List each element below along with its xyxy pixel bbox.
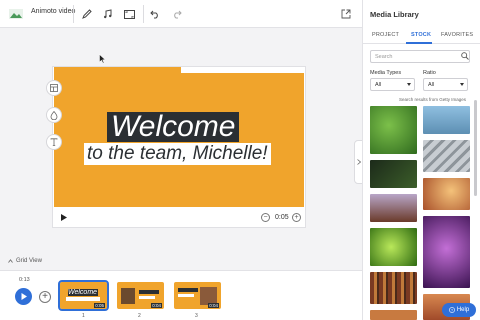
stock-image-metal-beams[interactable]	[423, 140, 470, 172]
search-placeholder: Search	[375, 54, 393, 60]
tab-stock[interactable]: STOCK	[411, 32, 431, 38]
stock-image-temple[interactable]	[370, 194, 417, 222]
stock-image-leaves[interactable]	[370, 106, 417, 154]
scene-duration-badge: 0:04	[208, 303, 219, 308]
ratio-select[interactable]: All	[423, 78, 468, 91]
stock-image-purple-flower[interactable]	[423, 216, 470, 288]
scene-subtitle-text[interactable]: to the team, Michelle!	[84, 143, 271, 165]
active-tab-indicator	[406, 42, 432, 44]
current-time: 0:13	[19, 277, 30, 283]
play-icon	[21, 293, 27, 300]
stock-image-partial[interactable]	[370, 310, 417, 320]
ratio-value: All	[428, 82, 435, 88]
project-name[interactable]: Animoto video	[31, 8, 75, 15]
panel-scrollbar[interactable]	[474, 100, 477, 196]
scene-thumbnail-3[interactable]: 0:04	[174, 282, 221, 309]
expand-icon[interactable]	[338, 4, 354, 24]
top-toolbar: Animoto video	[0, 0, 362, 28]
results-source-note: Search results from Getty Images	[398, 97, 466, 102]
stock-image-green-leaf[interactable]	[370, 228, 417, 266]
media-tabs: PROJECT STOCK FAVORITES	[363, 30, 480, 44]
grid-view-label: Grid View	[16, 258, 42, 264]
layout-icon[interactable]	[46, 80, 62, 96]
scene-player-bar: − 0:05 +	[53, 207, 305, 228]
thumbnail-title: Welcome	[68, 289, 98, 296]
scene-number: 2	[138, 313, 141, 319]
play-video-button[interactable]	[15, 288, 32, 305]
project-thumbnail-icon[interactable]	[6, 4, 26, 24]
thumbnail-text-bar	[139, 296, 155, 299]
thumbnail-text-bar	[139, 290, 159, 294]
media-search-input[interactable]: Search	[370, 50, 470, 63]
toolbar-divider	[73, 5, 74, 23]
question-icon: ?	[448, 307, 455, 313]
mouse-cursor-icon	[99, 54, 106, 64]
scene-duration-badge: 0:04	[151, 303, 162, 308]
grid-view-toggle[interactable]: Grid View	[8, 258, 42, 264]
play-icon[interactable]	[61, 214, 67, 221]
stock-image-trees-sky[interactable]	[423, 106, 470, 134]
thumbnail-text-bar	[178, 288, 198, 292]
scene-number: 1	[82, 313, 85, 319]
chevron-down-icon	[407, 83, 411, 86]
tab-favorites[interactable]: FAVORITES	[441, 32, 473, 38]
timeline: 0:13 + Welcome 0:05 1 0:04 2 0:04 3	[0, 270, 362, 320]
media-types-label: Media Types	[370, 70, 402, 76]
thumbnail-subtitle-bar	[66, 297, 100, 301]
scene-canvas[interactable]: Welcome to the team, Michelle! − 0:05 +	[52, 66, 306, 228]
increase-duration-button[interactable]: +	[292, 213, 301, 222]
scene-number: 3	[195, 313, 198, 319]
stock-image-dark-plant[interactable]	[370, 160, 417, 188]
stock-image-bookshelf[interactable]	[370, 272, 417, 304]
aspect-ratio-icon[interactable]	[120, 4, 138, 24]
redo-icon[interactable]	[169, 4, 185, 24]
text-icon[interactable]	[46, 134, 62, 150]
thumbnail-photo	[121, 288, 135, 304]
search-icon[interactable]	[461, 52, 469, 60]
scene-title-text[interactable]: Welcome	[107, 112, 240, 142]
toolbar-divider	[143, 5, 144, 23]
undo-icon[interactable]	[147, 4, 163, 24]
scene-thumbnail-1[interactable]: Welcome 0:05	[58, 280, 109, 311]
media-types-select[interactable]: All	[370, 78, 415, 91]
add-scene-button[interactable]: +	[39, 291, 51, 303]
chevron-right-icon	[356, 159, 361, 165]
music-icon[interactable]	[99, 4, 117, 24]
pencil-icon[interactable]	[78, 4, 96, 24]
decrease-duration-button[interactable]: −	[261, 213, 270, 222]
panel-title: Media Library	[370, 10, 419, 19]
media-types-value: All	[375, 82, 382, 88]
scene-duration-badge: 0:05	[94, 303, 105, 308]
help-button[interactable]: ? Help	[442, 303, 476, 317]
scene-background[interactable]: Welcome to the team, Michelle!	[54, 67, 304, 207]
help-label: Help	[456, 307, 470, 313]
chevron-up-icon	[8, 259, 13, 263]
color-drop-icon[interactable]	[46, 107, 62, 123]
scene-duration: 0:05	[275, 214, 289, 221]
tab-project[interactable]: PROJECT	[372, 32, 399, 38]
stock-image-autumn[interactable]	[423, 178, 470, 210]
ratio-label: Ratio	[423, 70, 436, 76]
scene-notch	[181, 67, 304, 73]
thumbnail-text-bar	[178, 294, 194, 297]
scene-thumbnail-2[interactable]: 0:04	[117, 282, 164, 309]
chevron-down-icon	[460, 83, 464, 86]
